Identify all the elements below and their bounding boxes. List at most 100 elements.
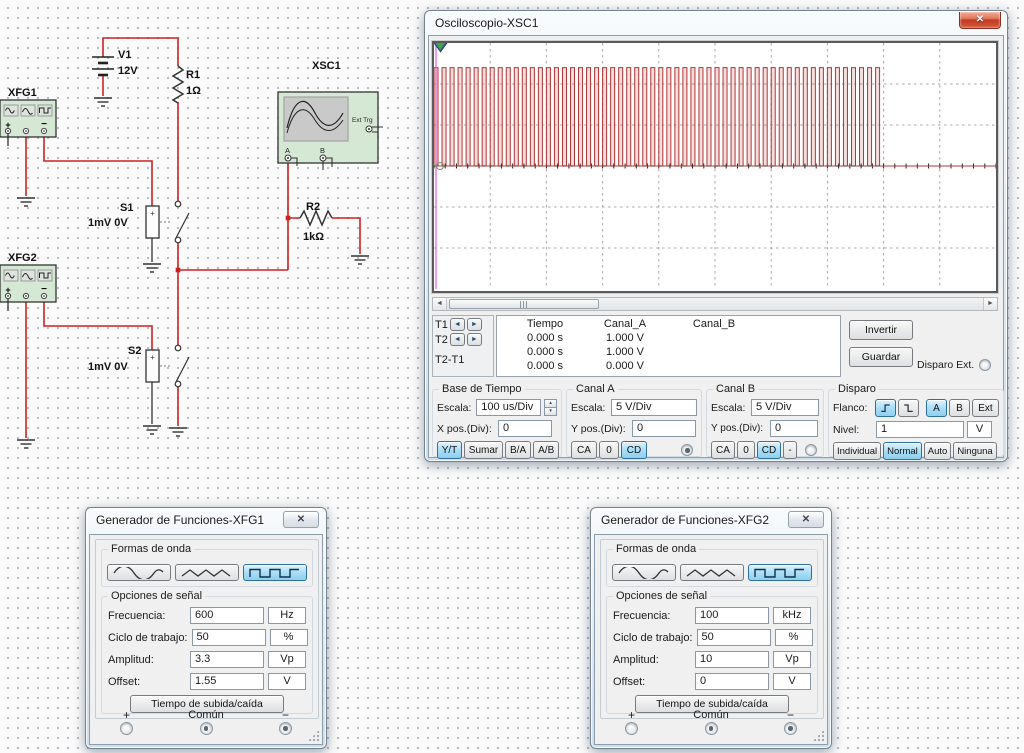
offset-input[interactable]: 0 <box>695 673 769 690</box>
minus-terminal-radio[interactable] <box>784 722 797 735</box>
component-r2-resistor[interactable]: R2 1kΩ <box>300 201 332 243</box>
cha-ca-button[interactable]: CA <box>571 441 597 459</box>
offset-unit[interactable]: V <box>773 673 811 690</box>
scroll-right-icon[interactable]: ► <box>983 298 997 310</box>
sine-waveform-button[interactable] <box>107 564 171 581</box>
xsc1-label: XSC1 <box>312 60 341 72</box>
s1-plus-mark: + <box>150 209 155 218</box>
mode-yt-button[interactable]: Y/T <box>437 441 462 459</box>
duty-input[interactable]: 50 <box>192 629 266 646</box>
cha-ypos-input[interactable]: 0 <box>632 420 696 437</box>
oscilloscope-window[interactable]: Osciloscopio-XSC1 ✕ ◄ ► T1 ◄ ► T2 ◄ ► T2… <box>424 10 1008 462</box>
offset-input[interactable]: 1.55 <box>190 673 264 690</box>
freq-input[interactable]: 100 <box>695 607 769 624</box>
minus-terminal-radio[interactable] <box>279 722 292 735</box>
plus-terminal-radio[interactable] <box>625 722 638 735</box>
freq-input[interactable]: 600 <box>190 607 264 624</box>
chb-cd-button[interactable]: CD <box>757 441 781 459</box>
v1-value-label: 12V <box>118 65 138 77</box>
component-xsc1-icon[interactable]: XSC1 Ext Trg A B <box>278 60 383 170</box>
amplitude-unit[interactable]: Vp <box>773 651 811 668</box>
mode-ba-button[interactable]: B/A <box>505 441 531 459</box>
square-waveform-button[interactable] <box>748 564 812 581</box>
cha-radio[interactable] <box>681 444 693 456</box>
amplitude-label: Amplitud: <box>613 654 691 666</box>
component-s2-switch[interactable]: + S2 1mV 0V <box>88 345 189 387</box>
trig-normal-button[interactable]: Normal <box>883 442 922 460</box>
component-v1-battery[interactable]: V1 12V <box>92 49 138 77</box>
oscilloscope-titlebar[interactable]: Osciloscopio-XSC1 ✕ <box>425 11 1007 35</box>
freq-unit[interactable]: kHz <box>773 607 811 624</box>
component-s1-switch[interactable]: + S1 1mV 0V <box>88 201 189 243</box>
t2-left-button[interactable]: ◄ <box>450 333 465 346</box>
chb-radio[interactable] <box>805 444 817 456</box>
component-xfg2-icon[interactable]: XFG2 + − <box>0 252 56 311</box>
triangle-waveform-button[interactable] <box>175 564 239 581</box>
freq-label: Frecuencia: <box>108 610 186 622</box>
plus-terminal-radio[interactable] <box>120 722 133 735</box>
t1-left-button[interactable]: ◄ <box>450 318 465 331</box>
tb-xpos-input[interactable]: 0 <box>498 420 552 437</box>
ext-trigger-label: Disparo Ext. <box>917 359 974 371</box>
component-xfg1-icon[interactable]: XFG1 + − <box>0 87 56 146</box>
scrollbar-thumb[interactable] <box>449 299 599 309</box>
fg1-titlebar[interactable]: Generador de Funciones-XFG1 ✕ <box>86 508 326 532</box>
falling-edge-button[interactable] <box>898 399 919 417</box>
duty-unit[interactable]: % <box>270 629 308 646</box>
triangle-waveform-button[interactable] <box>680 564 744 581</box>
amplitude-input[interactable]: 10 <box>695 651 769 668</box>
close-icon[interactable]: ✕ <box>959 12 1001 29</box>
tb-scale-input[interactable]: 100 us/Div <box>476 399 541 416</box>
invert-button[interactable]: Invertir <box>849 320 913 340</box>
trig-ninguna-button[interactable]: Ninguna <box>953 442 996 460</box>
mode-ab-button[interactable]: A/B <box>533 441 559 459</box>
level-input[interactable]: 1 <box>876 421 964 438</box>
t2-time: 0.000 s <box>509 346 581 360</box>
fg2-window[interactable]: Generador de Funciones-XFG2 ✕ Formas de … <box>590 507 832 749</box>
trigger-ext-button[interactable]: Ext <box>972 399 999 417</box>
cha-0-button[interactable]: 0 <box>599 441 619 459</box>
fg1-window[interactable]: Generador de Funciones-XFG1 ✕ Formas de … <box>85 507 327 749</box>
chb-minus-button[interactable]: - <box>783 441 797 459</box>
trig-auto-button[interactable]: Auto <box>924 442 952 460</box>
scope-scrollbar[interactable]: ◄ ► <box>432 297 998 311</box>
tb-scale-spinner[interactable]: ▲ ▼ <box>544 399 557 416</box>
common-terminal-radio[interactable] <box>200 722 213 735</box>
cha-cd-button[interactable]: CD <box>621 441 647 459</box>
offset-unit[interactable]: V <box>268 673 306 690</box>
trig-individual-button[interactable]: Individual <box>833 442 881 460</box>
save-button[interactable]: Guardar <box>849 347 913 367</box>
rising-edge-button[interactable] <box>875 399 896 417</box>
chb-ypos-input[interactable]: 0 <box>770 420 818 437</box>
duty-unit[interactable]: % <box>775 629 813 646</box>
fg2-titlebar[interactable]: Generador de Funciones-XFG2 ✕ <box>591 508 831 532</box>
close-icon[interactable]: ✕ <box>788 511 824 528</box>
chb-0-button[interactable]: 0 <box>737 441 755 459</box>
t1-right-button[interactable]: ► <box>467 318 482 331</box>
trigger-a-button[interactable]: A <box>926 399 947 417</box>
trigger-b-button[interactable]: B <box>949 399 970 417</box>
fg2-options-group: Opciones de señal Frecuencia: 100 kHz Ci… <box>606 596 818 714</box>
scroll-left-icon[interactable]: ◄ <box>433 298 447 310</box>
sine-waveform-button[interactable] <box>612 564 676 581</box>
ext-trigger-radio[interactable] <box>979 359 991 371</box>
duty-input[interactable]: 50 <box>697 629 771 646</box>
chb-scale-input[interactable]: 5 V/Div <box>751 399 819 416</box>
close-icon[interactable]: ✕ <box>283 511 319 528</box>
cha-scale-input[interactable]: 5 V/Div <box>611 399 697 416</box>
channel-b-group: Canal B Escala: 5 V/Div Y pos.(Div): 0 C… <box>706 389 824 457</box>
duty-label: Ciclo de trabajo: <box>108 632 188 644</box>
scope-display[interactable] <box>432 41 998 293</box>
amplitude-input[interactable]: 3.3 <box>190 651 264 668</box>
freq-unit[interactable]: Hz <box>268 607 306 624</box>
common-terminal-radio[interactable] <box>705 722 718 735</box>
chb-ca-button[interactable]: CA <box>711 441 735 459</box>
sine-wave-icon <box>616 567 672 579</box>
component-r1-resistor[interactable]: R1 1Ω <box>173 66 201 103</box>
mode-sumar-button[interactable]: Sumar <box>464 441 503 459</box>
t2-right-button[interactable]: ► <box>467 333 482 346</box>
amplitude-unit[interactable]: Vp <box>268 651 306 668</box>
col-tiempo: Tiempo <box>509 318 581 332</box>
square-waveform-button[interactable] <box>243 564 307 581</box>
offset-label: Offset: <box>108 676 186 688</box>
